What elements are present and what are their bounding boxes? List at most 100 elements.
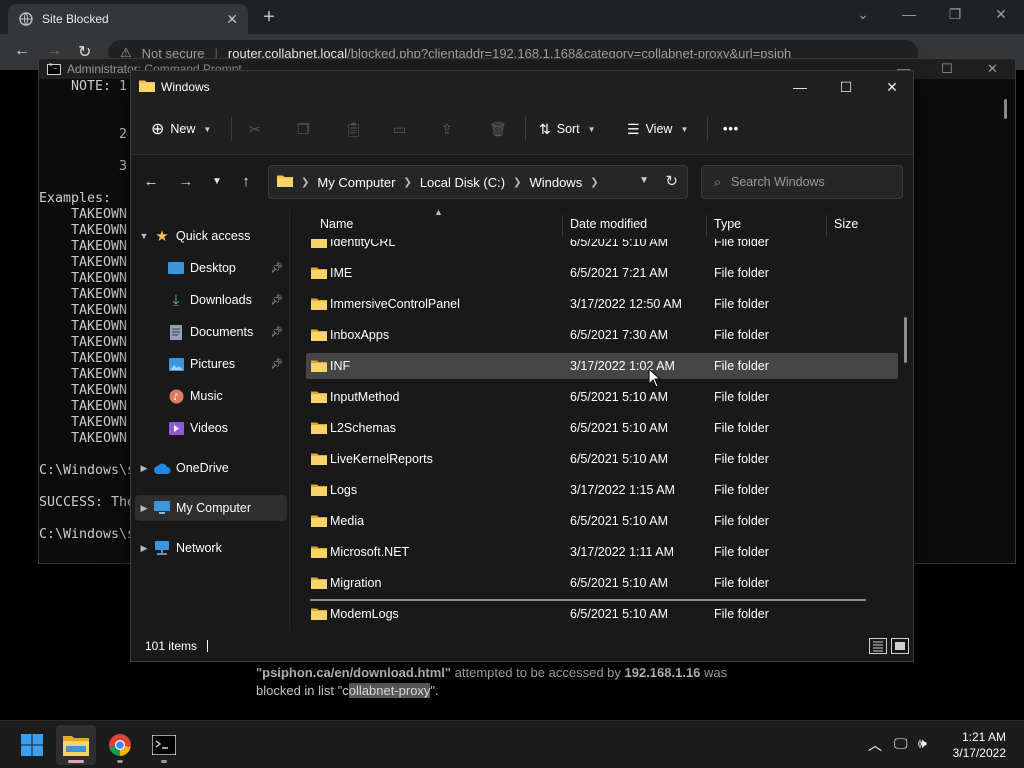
table-row[interactable]: L2Schemas 6/5/2021 5:10 AM File folder (306, 415, 898, 441)
cmd-line: TAKEOWN (39, 319, 128, 334)
back-icon[interactable]: ← (139, 172, 163, 192)
sort-button[interactable]: ⇅ Sort ▼ (539, 117, 596, 141)
close-icon[interactable]: ✕ (986, 6, 1016, 23)
cmd-line: TAKEOWN (39, 271, 128, 286)
tab-site-blocked[interactable]: Site Blocked ✕ (8, 4, 248, 34)
address-bar[interactable]: ❯ My Computer ❯ Local Disk (C:) ❯ Window… (268, 165, 688, 199)
close-tab-icon[interactable]: ✕ (226, 11, 238, 28)
nav-pictures[interactable]: Pictures 📌︎ (135, 351, 287, 377)
pin-icon[interactable]: 📌︎ (270, 263, 283, 274)
pin-icon[interactable]: 📌︎ (270, 327, 283, 338)
file-name: InputMethod (330, 390, 400, 404)
cut-icon[interactable]: ✂ (249, 117, 261, 141)
nav-downloads[interactable]: ⤓ Downloads 📌︎ (135, 287, 287, 313)
more-options-button[interactable]: ••• (723, 117, 739, 141)
table-row[interactable]: Migration 6/5/2021 5:10 AM File folder (306, 570, 898, 596)
search-box[interactable]: ⌕ Search Windows (701, 165, 903, 199)
nav-documents[interactable]: Documents 📌︎ (135, 319, 287, 345)
table-row[interactable]: IdentityCRL 6/5/2021 5:10 AM File folder (306, 239, 898, 255)
mouse-cursor-icon (648, 368, 660, 388)
nav-onedrive[interactable]: ▶ OneDrive (135, 455, 287, 481)
cmd-scrollbar[interactable] (1004, 99, 1007, 119)
table-row[interactable]: Media 6/5/2021 5:10 AM File folder (306, 508, 898, 534)
chevron-right-icon[interactable]: ▶ (135, 463, 153, 474)
taskbar-file-explorer[interactable] (56, 725, 96, 765)
pin-icon[interactable]: 📌︎ (270, 295, 283, 306)
table-row[interactable]: LiveKernelReports 6/5/2021 5:10 AM File fo… (306, 446, 898, 472)
chrome-icon (109, 734, 131, 756)
minimize-icon[interactable]: — (894, 6, 924, 22)
nav-my-computer[interactable]: ▶ My Computer (135, 495, 287, 521)
cmd-line: TAKEOWN (39, 255, 128, 270)
table-row[interactable]: InboxApps 6/5/2021 7:30 AM File folder (306, 322, 898, 348)
table-row[interactable]: IME 6/5/2021 7:21 AM File folder (306, 260, 898, 286)
address-row: ← → ▼ ↑ ❯ My Computer ❯ Local Disk (C:) … (131, 155, 913, 209)
cmd-line: TAKEOWN (39, 399, 128, 414)
refresh-icon[interactable]: ↻ (665, 172, 678, 190)
paste-icon[interactable]: 📋︎ (345, 117, 363, 141)
table-row[interactable]: ModemLogs 6/5/2021 5:10 AM File folder (306, 601, 898, 627)
column-header-size[interactable]: Size (834, 209, 858, 239)
pin-icon[interactable]: 📌︎ (270, 359, 283, 370)
taskbar-terminal[interactable] (144, 725, 184, 765)
horizontal-scrollbar[interactable] (310, 599, 866, 601)
chevron-right-icon[interactable]: ▶ (135, 503, 153, 514)
cmd-close-icon[interactable]: ✕ (987, 61, 998, 77)
taskbar-chrome[interactable] (100, 725, 140, 765)
rename-icon[interactable]: ▭ (393, 117, 406, 141)
restore-icon[interactable]: ❐ (940, 6, 970, 23)
table-row[interactable]: INF 3/17/2022 1:02 AM File folder (306, 353, 898, 379)
table-row[interactable]: Logs 3/17/2022 1:15 AM File folder (306, 477, 898, 503)
table-row[interactable]: Microsoft.NET 3/17/2022 1:11 AM File folde… (306, 539, 898, 565)
chevron-right-icon[interactable]: ▶ (135, 543, 153, 554)
file-date: 6/5/2021 5:10 AM (570, 514, 668, 528)
show-hidden-icons-chevron-icon[interactable]: ︿ (868, 735, 882, 755)
table-row[interactable]: InputMethod 6/5/2021 5:10 AM File folder (306, 384, 898, 410)
chevron-down-icon[interactable]: ▼ (135, 231, 153, 241)
column-header-type[interactable]: Type (714, 209, 741, 239)
tiles-view-icon[interactable] (891, 638, 909, 654)
file-rows: IdentityCRL 6/5/2021 5:10 AM File folder IM… (290, 239, 913, 633)
column-header-date[interactable]: Date modified (570, 209, 647, 239)
nav-music[interactable]: ♪ Music (135, 383, 287, 409)
nav-desktop[interactable]: Desktop 📌︎ (135, 255, 287, 281)
view-button[interactable]: ☰ View ▼ (627, 117, 688, 141)
nav-network[interactable]: ▶ Network (135, 535, 287, 561)
status-bar: 101 items (131, 631, 913, 661)
network-status-icon[interactable]: 🖵︎ (894, 735, 908, 752)
file-explorer-window: Windows — ☐ ✕ ⊕ New ▼ ✂ ❐ 📋︎ ▭ ⇪ 🗑︎ ⇅ So… (130, 70, 914, 662)
copy-icon[interactable]: ❐ (297, 117, 310, 141)
volume-icon[interactable]: 🕪︎ (918, 735, 927, 752)
column-header-name[interactable]: Name (320, 209, 353, 239)
start-button[interactable] (12, 725, 52, 765)
file-type: File folder (714, 607, 769, 621)
table-row[interactable]: ImmersiveControlPanel 3/17/2022 12:50 AM F… (306, 291, 898, 317)
nav-label: Desktop (190, 261, 236, 275)
nav-videos[interactable]: Videos (135, 415, 287, 441)
cmd-maximize-icon[interactable]: ☐ (941, 61, 953, 77)
cmd-line (39, 143, 135, 159)
breadcrumb-windows[interactable]: Windows (529, 175, 582, 190)
cmd-line: C:\Windows\s (39, 463, 136, 478)
details-view-icon[interactable] (869, 638, 887, 654)
delete-icon[interactable]: 🗑︎ (489, 117, 507, 141)
folder-icon (277, 174, 293, 190)
tab-search-icon[interactable]: ⌄ (848, 6, 878, 23)
breadcrumb-my-computer[interactable]: My Computer (317, 175, 395, 190)
new-tab-button[interactable]: + (258, 7, 280, 29)
share-icon[interactable]: ⇪ (441, 117, 453, 141)
recent-locations-icon[interactable]: ▼ (205, 172, 229, 192)
minimize-icon[interactable]: — (777, 75, 823, 99)
address-dropdown-icon[interactable]: ▼ (639, 175, 649, 186)
vertical-scrollbar[interactable] (904, 317, 907, 363)
up-icon[interactable]: ↑ (234, 172, 258, 192)
close-icon[interactable]: ✕ (869, 75, 913, 99)
forward-icon[interactable]: → (174, 172, 198, 192)
new-button[interactable]: ⊕ New ▼ (151, 117, 211, 141)
breadcrumb-local-disk[interactable]: Local Disk (C:) (420, 175, 505, 190)
maximize-icon[interactable]: ☐ (823, 75, 869, 99)
nav-quick-access[interactable]: ▼ ★ Quick access (135, 223, 287, 249)
file-date: 6/5/2021 5:10 AM (570, 421, 668, 435)
back-icon[interactable]: ← (14, 42, 30, 60)
clock[interactable]: 1:21 AM 3/17/2022 (953, 729, 1006, 761)
